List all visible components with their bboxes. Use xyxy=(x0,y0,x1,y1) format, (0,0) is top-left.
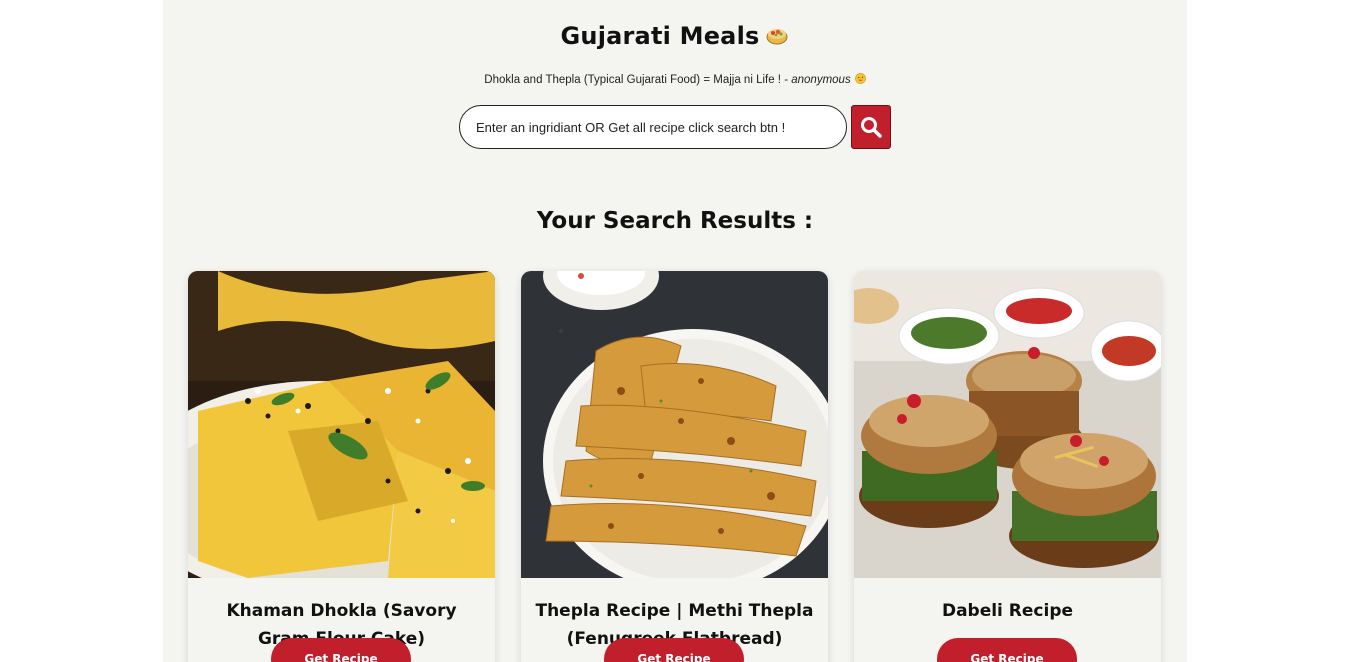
recipe-image xyxy=(521,271,828,578)
page-container: Gujarati Meals Dhokla and Thepla (Typica… xyxy=(163,0,1187,662)
page-title-text: Gujarati Meals xyxy=(560,22,760,50)
recipe-card: Dabeli Recipe Get Recipe xyxy=(854,271,1161,662)
search-input[interactable] xyxy=(459,105,847,149)
results-heading: Your Search Results : xyxy=(536,208,814,234)
search-button[interactable] xyxy=(851,105,891,149)
recipe-image xyxy=(854,271,1161,578)
get-recipe-button[interactable]: Get Recipe xyxy=(271,638,411,662)
tagline-quote: Dhokla and Thepla (Typical Gujarati Food… xyxy=(163,73,1187,86)
recipe-card: Khaman Dhokla (Savory Gram Flour Cake) G… xyxy=(188,271,495,662)
recipe-card: Thepla Recipe | Methi Thepla (Fenugreek … xyxy=(521,271,828,662)
smile-emoji-icon xyxy=(854,73,866,84)
food-bowl-icon xyxy=(766,29,788,45)
recipe-title: Dabeli Recipe xyxy=(941,601,1074,621)
search-bar xyxy=(459,105,892,149)
search-icon xyxy=(861,117,882,138)
recipe-image xyxy=(188,271,495,578)
get-recipe-button[interactable]: Get Recipe xyxy=(937,638,1077,662)
page-title: Gujarati Meals xyxy=(163,22,1187,50)
quote-author: anonymous xyxy=(791,74,851,86)
quote-text: Dhokla and Thepla (Typical Gujarati Food… xyxy=(484,74,792,86)
get-recipe-button[interactable]: Get Recipe xyxy=(604,638,744,662)
